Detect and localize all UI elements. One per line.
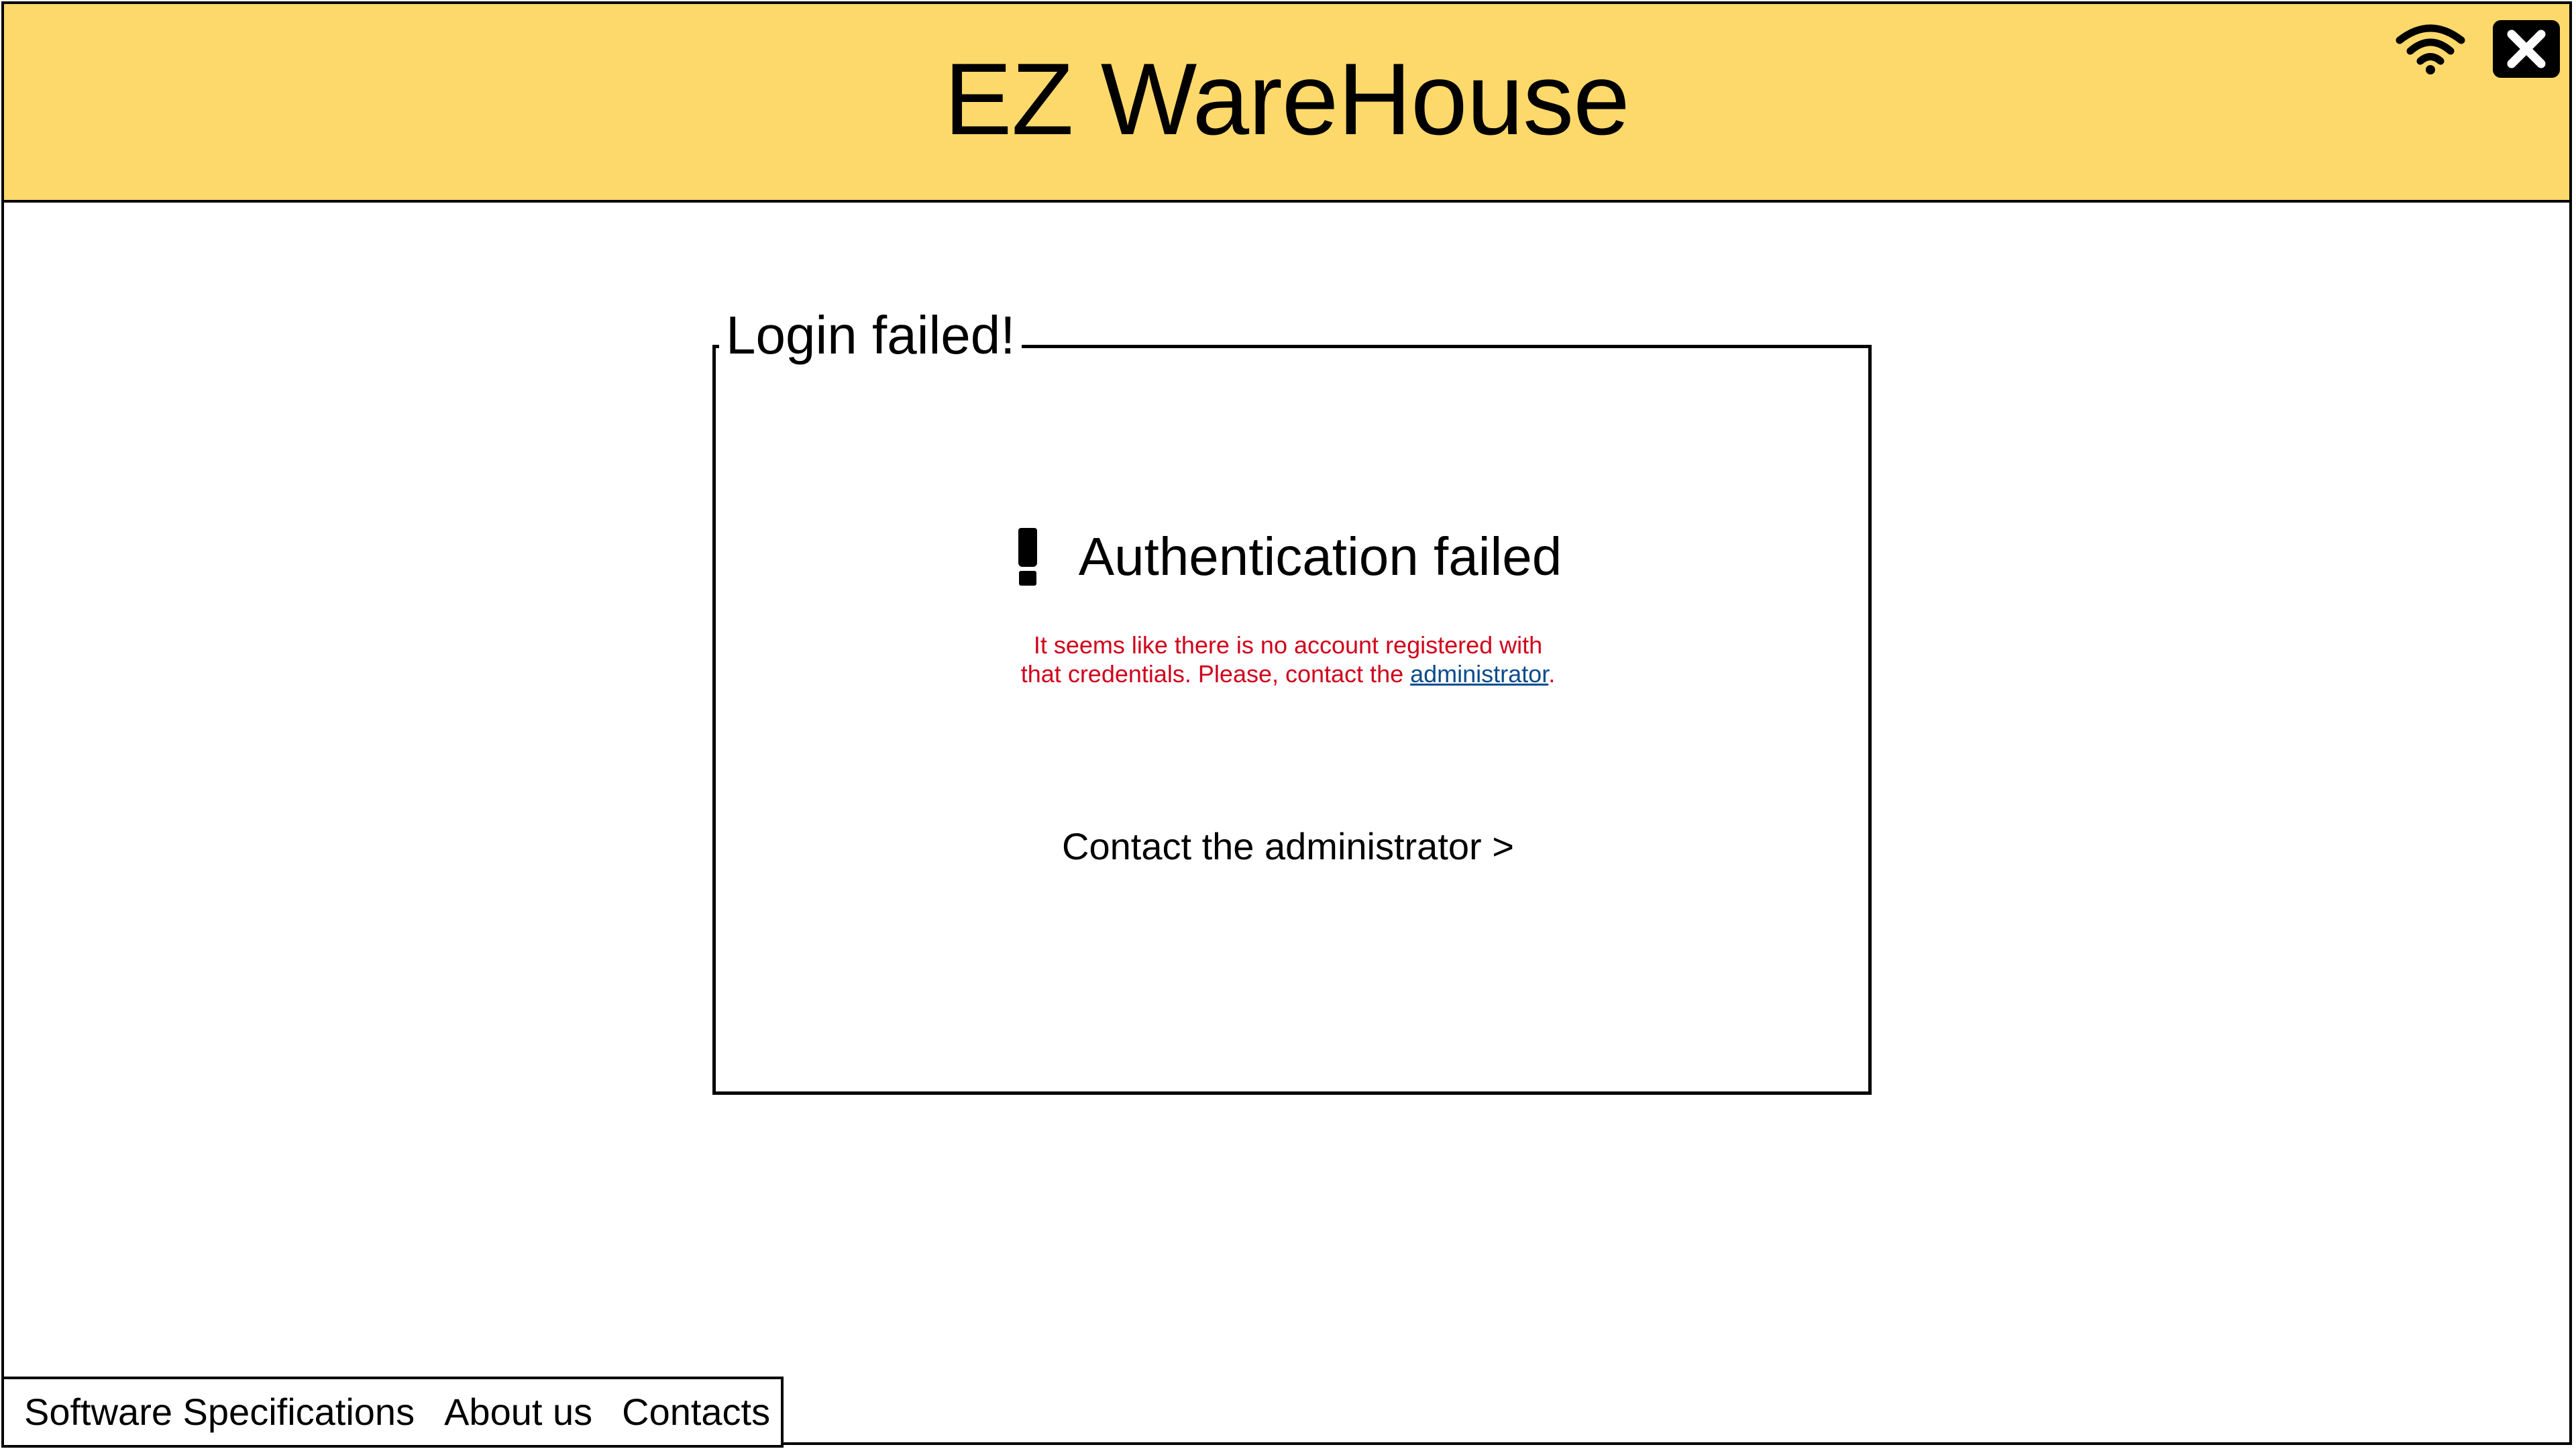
footer-nav: Software Specifications About us Contact… <box>1 1377 784 1448</box>
exclamation-icon <box>1014 528 1041 586</box>
alert-header: Authentication failed <box>0 523 2576 590</box>
app-title: EZ WareHouse <box>944 42 1629 156</box>
contact-administrator-link[interactable]: Contact the administrator > <box>0 820 2576 873</box>
alert-title: Authentication failed <box>1078 527 1562 586</box>
footer-link-contacts[interactable]: Contacts <box>622 1385 770 1439</box>
alert-message-end: . <box>1548 660 1556 688</box>
login-failed-panel <box>712 345 1872 1095</box>
footer-link-about-us[interactable]: About us <box>444 1385 592 1439</box>
administrator-link[interactable]: administrator <box>1410 660 1548 688</box>
close-icon[interactable] <box>2493 20 2560 78</box>
app-window: EZ WareHouse <box>1 1 2572 1445</box>
alert-message: It seems like there is no account regist… <box>1020 631 1556 688</box>
panel-legend: Login failed! <box>719 301 1022 370</box>
footer-link-software-specifications[interactable]: Software Specifications <box>24 1385 415 1439</box>
wifi-icon <box>2396 21 2465 75</box>
app-header: EZ WareHouse <box>4 4 2569 203</box>
